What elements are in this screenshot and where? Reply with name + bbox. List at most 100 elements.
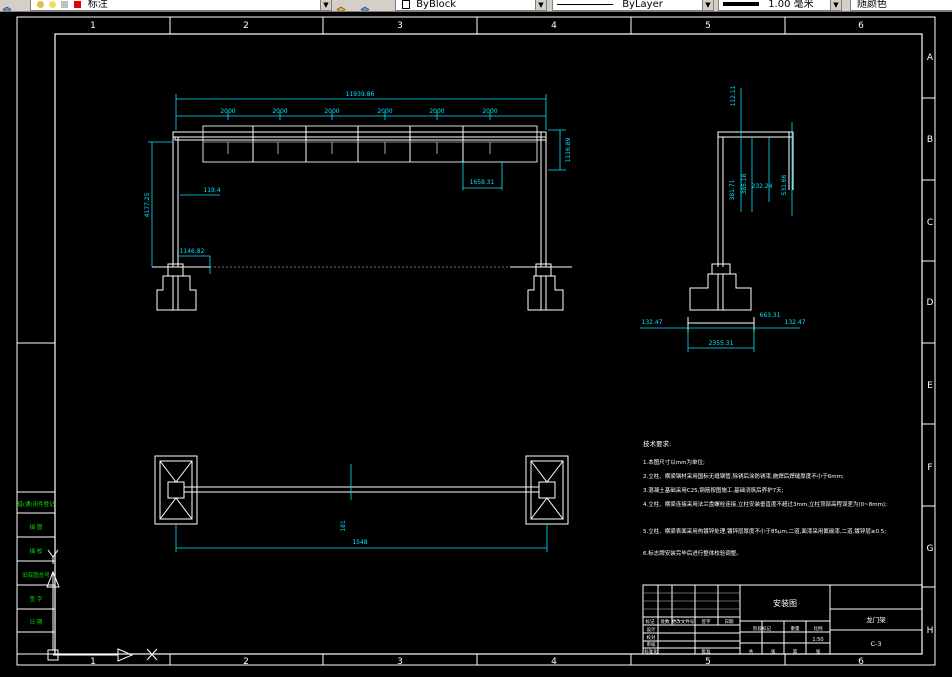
tb-label-sign: 签字 bbox=[702, 618, 711, 625]
color-dropdown[interactable]: ByBlock bbox=[395, 0, 547, 11]
col-label-3-top: 3 bbox=[397, 21, 403, 31]
dim-arm-b: 385.18 bbox=[741, 173, 748, 194]
row-label-d: D bbox=[927, 298, 934, 308]
layer-visibility-icon bbox=[37, 1, 44, 8]
sheet-outer-border bbox=[16, 16, 936, 666]
tb-label-weight: 重量 bbox=[791, 625, 800, 632]
tb-label-mark: 标记 bbox=[646, 618, 655, 625]
tb-label-design: 设计 bbox=[647, 626, 656, 633]
dim-top-offset: 112.11 bbox=[730, 85, 737, 106]
tb-label-review: 审核 bbox=[647, 641, 656, 648]
tb-label-sheets-2: 张 bbox=[816, 648, 821, 655]
dim-base-offset: 1146.82 bbox=[180, 248, 205, 255]
color-dropdown-arrow-icon[interactable]: ▼ bbox=[535, 0, 546, 10]
plan-view[interactable] bbox=[154, 455, 569, 525]
col-label-6-top: 6 bbox=[858, 21, 864, 31]
dim-arm-c: 232.24 bbox=[752, 183, 773, 190]
plot-style-dropdown[interactable]: 随颜色 bbox=[850, 0, 952, 11]
ucs-icon[interactable] bbox=[46, 549, 158, 662]
notes-title: 技术要求: bbox=[643, 439, 671, 448]
drawing-scale: 1:50 bbox=[812, 637, 823, 643]
col-label-1-top: 1 bbox=[90, 21, 96, 31]
dim-seg-6: 2000 bbox=[482, 108, 497, 115]
dim-overall-width: 11939.86 bbox=[346, 91, 375, 98]
side-elevation[interactable] bbox=[687, 131, 794, 332]
tb-label-count: 处数 bbox=[661, 618, 670, 625]
layer-name: 标注 bbox=[87, 0, 108, 10]
layer-color-swatch bbox=[73, 1, 81, 8]
dim-seg-4: 2000 bbox=[377, 108, 392, 115]
dim-arm-a: 381.71 bbox=[729, 179, 736, 200]
tb-label-stage: 阶段标记 bbox=[753, 625, 771, 632]
col-label-3-bottom: 3 bbox=[397, 657, 403, 667]
dim-overhang: 1658.31 bbox=[470, 179, 495, 186]
layer-dropdown[interactable]: 标注 bbox=[30, 0, 332, 11]
dim-seg-5: 2000 bbox=[429, 108, 444, 115]
tb-label-total: 共 bbox=[749, 648, 754, 655]
dim-column-height: 4177.25 bbox=[144, 192, 151, 217]
color-value: ByBlock bbox=[416, 0, 457, 10]
dim-seg-3: 2000 bbox=[324, 108, 339, 115]
side-dimension-text: 112.11 381.71 385.18 232.24 531.66 132.4… bbox=[642, 85, 806, 347]
layer-dropdown-arrow-icon[interactable]: ▼ bbox=[320, 0, 331, 10]
dim-beam-height: 1116.89 bbox=[565, 137, 572, 162]
tb-label-check: 校对 bbox=[647, 634, 656, 641]
strip-label-2: 描 图 bbox=[30, 523, 43, 531]
properties-toolbar: 标注 ▼ ByBlock ▼ ByLayer ▼ 1.00 毫米 ▼ 随颜色 bbox=[0, 0, 952, 12]
linetype-dropdown[interactable]: ByLayer bbox=[552, 0, 714, 11]
plot-style-value: 随颜色 bbox=[857, 0, 887, 10]
technical-notes: 技术要求: 1.本图尺寸以mm为单位; 2.立柱、横梁钢材采用国标无缝钢管,除锈… bbox=[643, 439, 887, 557]
tb-label-standard: 标准化 bbox=[644, 648, 658, 655]
linetype-sample bbox=[557, 4, 613, 5]
layer-manager-icon[interactable] bbox=[2, 0, 12, 11]
layer-previous-icon[interactable] bbox=[360, 0, 370, 11]
dim-plan-span: 1548 bbox=[352, 539, 367, 546]
dim-base-width: 2355.31 bbox=[709, 340, 734, 347]
strip-label-4: 旧底图总号 bbox=[22, 571, 50, 579]
linetype-dropdown-arrow-icon[interactable]: ▼ bbox=[702, 0, 713, 10]
dim-base-right-b: 132.47 bbox=[785, 319, 806, 326]
layer-freeze-icon bbox=[49, 1, 57, 8]
lineweight-value: 1.00 毫米 bbox=[768, 0, 814, 10]
lineweight-dropdown-arrow-icon[interactable]: ▼ bbox=[830, 0, 841, 10]
row-label-c: C bbox=[927, 218, 933, 228]
strip-label-3: 描 校 bbox=[30, 547, 43, 555]
make-object-layer-current-icon[interactable] bbox=[336, 0, 346, 11]
col-label-5-top: 5 bbox=[705, 21, 711, 31]
row-label-g: G bbox=[927, 544, 934, 554]
dim-arm-d: 531.66 bbox=[781, 174, 788, 195]
row-label-b: B bbox=[927, 135, 933, 145]
lineweight-sample bbox=[723, 2, 759, 6]
note-line-3: 3.混凝土基础采用C25,钢筋按图施工,基础浇筑后养护7天; bbox=[643, 486, 784, 494]
dim-base-left: 132.47 bbox=[642, 319, 663, 326]
dim-seg-2: 2000 bbox=[272, 108, 287, 115]
tb-label-sheets-1: 张 bbox=[771, 648, 776, 655]
note-line-5: 5.立柱、横梁表面采用热镀锌处理,镀锌层厚度不小于85μm,二道,面漆采用氟碳漆… bbox=[643, 527, 886, 535]
note-line-4: 4.立柱、横梁连接采用法兰盘螺栓连接,立柱安装垂直度不超过3mm,立柱顶部高程误… bbox=[643, 500, 887, 508]
col-label-6-bottom: 6 bbox=[858, 657, 864, 667]
note-line-1: 1.本图尺寸以mm为单位; bbox=[643, 458, 705, 466]
tb-label-scale: 比例 bbox=[814, 625, 823, 632]
strip-label-1: 借(通)用件登记 bbox=[17, 500, 55, 508]
lineweight-dropdown[interactable]: 1.00 毫米 bbox=[718, 0, 842, 11]
front-elevation[interactable] bbox=[152, 125, 572, 311]
note-line-6: 6.标志牌安装完毕后进行整体校验调整。 bbox=[643, 549, 742, 557]
drawing-canvas[interactable]: 1 2 3 4 5 6 1 2 3 4 5 6 A B C D E F G H bbox=[0, 12, 952, 677]
row-label-a: A bbox=[927, 53, 934, 63]
strip-label-6: 日 期 bbox=[30, 619, 43, 626]
drawing-code: C-3 bbox=[870, 640, 881, 648]
row-label-e: E bbox=[927, 381, 933, 391]
tb-label-date: 日期 bbox=[725, 619, 734, 625]
col-label-1-bottom: 1 bbox=[90, 657, 96, 667]
dim-plan-gap: 181 bbox=[340, 520, 347, 532]
dim-column-offset: 119.4 bbox=[203, 187, 220, 194]
tb-label-change-doc: 更改文件号 bbox=[672, 618, 695, 625]
col-label-4-top: 4 bbox=[551, 21, 557, 31]
tb-label-no: 第 bbox=[793, 648, 798, 655]
front-dimensions bbox=[148, 94, 566, 274]
col-label-2-top: 2 bbox=[243, 21, 249, 31]
row-label-f: F bbox=[927, 463, 932, 473]
col-label-5-bottom: 5 bbox=[705, 657, 711, 667]
color-swatch bbox=[402, 0, 410, 9]
tb-label-approve: 批准 bbox=[702, 648, 711, 655]
